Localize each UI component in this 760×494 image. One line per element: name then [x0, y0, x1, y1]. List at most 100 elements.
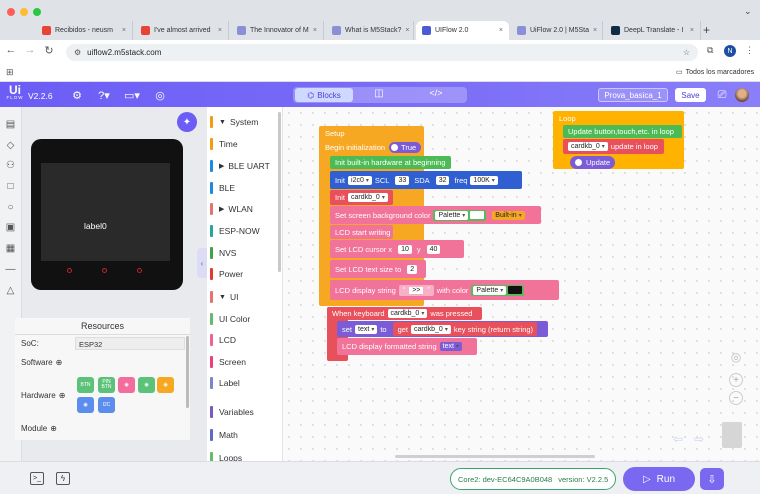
update-btn-block[interactable]: Update button,touch,etc. in loop — [563, 125, 682, 138]
when-kb-header[interactable]: When keyboard cardkb_0 was pressed — [327, 307, 482, 320]
unit-icon[interactable]: ⚇ — [4, 160, 17, 172]
palette-category-esp-now[interactable]: ESP-NOW — [210, 223, 260, 239]
more-menu-icon[interactable]: ⋮ — [745, 45, 754, 56]
set-bg-block[interactable]: Set screen background color Palette Buil… — [330, 206, 541, 224]
collapsed-arrow-icon[interactable]: ▶ — [219, 205, 224, 213]
palette-category-nvs[interactable]: NVS — [210, 245, 236, 261]
device-screen[interactable] — [41, 163, 170, 261]
terminal-icon[interactable]: >_ — [30, 472, 44, 485]
palette-category-label[interactable]: Label — [210, 375, 240, 391]
bookmark-star-icon[interactable]: ☆ — [683, 48, 690, 57]
tab-split-view[interactable]: ◫ — [370, 88, 388, 102]
touch-badge[interactable]: ◉ — [157, 377, 174, 393]
tag-icon[interactable]: ◇ — [4, 140, 17, 152]
square-icon[interactable]: □ — [4, 181, 17, 193]
forward-arrow-icon[interactable]: → — [23, 44, 37, 56]
palette-category-math[interactable]: Math — [210, 427, 238, 443]
set-cursor-block[interactable]: Set LCD cursor x 10 y 40 — [330, 240, 464, 258]
user-avatar[interactable] — [735, 88, 749, 102]
image-icon[interactable]: ▣ — [4, 222, 17, 234]
text-palette-dropdown[interactable]: Palette — [473, 285, 507, 295]
set-text-var-dropdown[interactable]: text — [355, 324, 378, 334]
get-cardkb-dropdown[interactable]: cardkb_0 — [411, 324, 451, 334]
fmt-text-var-dropdown[interactable]: text — [439, 342, 462, 351]
palette-category-variables[interactable]: Variables — [210, 404, 254, 420]
builtin-dropdown[interactable]: Built-in — [492, 210, 525, 220]
palette-category-ble-uart[interactable]: ▶ BLE UART — [210, 158, 270, 174]
set-size-block[interactable]: Set LCD text size to 2 — [330, 260, 426, 278]
image-grid-icon[interactable]: ▦ — [4, 243, 17, 255]
tab-code-view[interactable]: </> — [425, 88, 447, 102]
tab-list-chevron-icon[interactable]: ⌄ — [744, 6, 752, 17]
palette-category-ui-color[interactable]: UI Color — [210, 311, 250, 327]
add-module-icon[interactable]: ⊕ — [50, 424, 57, 433]
i2c-dropdown[interactable]: i2c0 — [348, 175, 372, 185]
device-link-icon[interactable]: ⎚ — [713, 86, 731, 104]
device-connection-pill[interactable]: Core2: dev-EC64C9A0B048 version: V2.2.5 — [450, 468, 616, 490]
url-bar[interactable]: ⚙ uiflow2.m5stack.com ☆ — [66, 44, 698, 61]
magic-wand-button[interactable]: ✦ — [177, 112, 197, 132]
pin-btn-badge[interactable]: PIN BTN — [98, 377, 115, 393]
close-tab-icon[interactable]: × — [214, 27, 222, 34]
palette-category-time[interactable]: Time — [210, 136, 238, 152]
palette-category-screen[interactable]: Screen — [210, 354, 246, 370]
undo-icon[interactable]: ⇦ — [673, 432, 683, 446]
close-tab-icon[interactable]: × — [401, 27, 409, 34]
profile-avatar[interactable]: N — [724, 45, 736, 57]
set-text-block[interactable]: set text to get cardkb_0 key string (ret… — [337, 321, 548, 337]
reload-icon[interactable]: ↻ — [42, 44, 56, 57]
touch-button-b[interactable] — [102, 268, 107, 273]
add-software-icon[interactable]: ⊕ — [56, 358, 63, 367]
browser-tab[interactable]: The Innovator of M × — [231, 21, 324, 40]
close-tab-icon[interactable]: × — [686, 27, 694, 34]
trash-icon[interactable] — [722, 422, 742, 448]
palette-category-lcd[interactable]: LCD — [210, 332, 236, 348]
touch-button-c[interactable] — [137, 268, 142, 273]
scl-input[interactable]: 33 — [395, 175, 410, 185]
redo-icon[interactable]: ⇨ — [694, 432, 704, 446]
text-size-input[interactable]: 2 — [407, 264, 418, 274]
zoom-out-button[interactable]: − — [729, 391, 743, 405]
all-bookmarks-folder[interactable]: ▭ Todos los marcadores — [676, 68, 754, 77]
init-i2c-block[interactable]: Init i2c0 SCL 33 SDA 32 freq 100K — [330, 171, 522, 189]
circle-icon[interactable]: ○ — [4, 202, 17, 214]
init-hw-block[interactable]: Init built-in hardware at beginning — [330, 156, 451, 169]
back-arrow-icon[interactable]: ← — [4, 44, 18, 56]
init-cardkb-block[interactable]: Init cardkb_0 — [330, 190, 393, 205]
apps-grid-icon[interactable]: ⊞ — [6, 67, 14, 78]
string-input[interactable]: >> — [409, 286, 424, 294]
help-icon[interactable]: ?▾ — [92, 86, 116, 104]
expanded-arrow-icon[interactable]: ▼ — [219, 294, 226, 301]
download-button[interactable]: ⇩ — [700, 468, 724, 490]
lcd-fmt-block[interactable]: LCD display formatted string text — [337, 338, 477, 355]
close-tab-icon[interactable]: × — [495, 27, 503, 34]
browser-tab[interactable]: DeepL Translate - I × — [605, 21, 701, 40]
cardkb-update-block[interactable]: cardkb_0 update in loop — [563, 139, 664, 154]
palette-category-ble[interactable]: BLE — [210, 180, 235, 196]
tab-blocks[interactable]: ⌬ Blocks — [295, 88, 353, 102]
lcd-display-block[interactable]: LCD display string “ >> ” with color Pal… — [330, 280, 559, 300]
lcd-start-block[interactable]: LCD start writing — [330, 225, 393, 239]
touch-button-a[interactable] — [67, 268, 72, 273]
sda-input[interactable]: 32 — [435, 175, 450, 185]
software-row[interactable]: Software ⊕ — [21, 358, 62, 367]
triangle-icon[interactable]: △ — [4, 285, 17, 297]
site-info-icon[interactable]: ⚙ — [74, 48, 81, 57]
panel-collapse-handle[interactable]: ‹ — [197, 248, 207, 278]
cardkb-dropdown[interactable]: cardkb_0 — [348, 193, 388, 202]
file-icon[interactable]: ▤ — [4, 119, 17, 131]
settings-gear-icon[interactable]: ⚙ — [68, 86, 86, 104]
sound-badge[interactable]: ◉ — [138, 377, 155, 393]
close-window-button[interactable] — [7, 8, 15, 16]
update-block[interactable]: Update — [570, 156, 615, 169]
browser-tab[interactable]: UiFlow 2.0 | M5Sta × — [511, 21, 603, 40]
planet-icon[interactable]: ◎ — [151, 86, 169, 104]
workspace-h-scrollbar[interactable] — [395, 455, 595, 458]
browser-tab[interactable]: What is M5Stack? × — [326, 21, 414, 40]
loop-cardkb-dropdown[interactable]: cardkb_0 — [568, 142, 608, 151]
expanded-arrow-icon[interactable]: ▼ — [219, 119, 226, 126]
folder-open-icon[interactable]: ▭▾ — [120, 86, 144, 104]
extensions-icon[interactable]: ⧉ — [707, 45, 713, 56]
screen-label0[interactable]: label0 — [84, 221, 107, 231]
palette-category-ui[interactable]: ▼ UI — [210, 289, 238, 305]
